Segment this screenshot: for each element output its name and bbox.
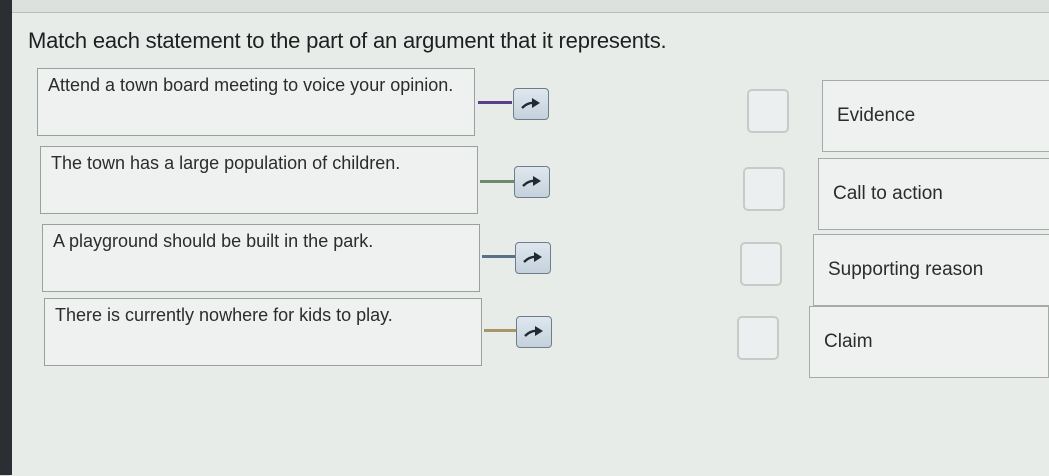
drop-target-2[interactable] — [743, 167, 785, 211]
answer-claim[interactable]: Claim — [809, 306, 1049, 378]
arrow-right-icon — [523, 252, 542, 263]
answer-claim-label: Claim — [824, 331, 873, 352]
connector-2 — [480, 180, 514, 183]
answer-supporting-reason-label: Supporting reason — [828, 259, 984, 280]
statement-1-text: Attend a town board meeting to voice you… — [48, 75, 454, 95]
statement-3[interactable]: A playground should be built in the park… — [42, 224, 480, 292]
statement-2[interactable]: The town has a large population of child… — [40, 146, 478, 214]
answer-evidence[interactable]: Evidence — [822, 80, 1049, 152]
answer-call-to-action[interactable]: Call to action — [818, 158, 1049, 230]
connector-1 — [478, 101, 512, 104]
statement-3-text: A playground should be built in the park… — [53, 231, 374, 251]
arrow-right-icon — [521, 98, 540, 109]
drop-target-3[interactable] — [740, 242, 782, 286]
drop-target-1[interactable] — [747, 89, 789, 133]
answer-supporting-reason[interactable]: Supporting reason — [813, 234, 1049, 306]
answer-evidence-label: Evidence — [837, 105, 916, 126]
arrow-button-4[interactable] — [516, 316, 552, 348]
statement-4[interactable]: There is currently nowhere for kids to p… — [44, 298, 482, 366]
connector-4 — [484, 329, 518, 332]
arrow-right-icon — [524, 326, 543, 337]
connector-3 — [482, 255, 516, 258]
statement-4-text: There is currently nowhere for kids to p… — [55, 305, 393, 325]
drop-target-4[interactable] — [737, 316, 779, 360]
arrow-right-icon — [522, 176, 541, 187]
statement-2-text: The town has a large population of child… — [51, 153, 401, 173]
answer-call-to-action-label: Call to action — [833, 183, 943, 204]
question-prompt: Match each statement to the part of an a… — [28, 28, 667, 53]
screen-edge — [0, 0, 12, 475]
arrow-button-3[interactable] — [515, 242, 551, 274]
arrow-button-2[interactable] — [514, 166, 550, 198]
statement-1[interactable]: Attend a town board meeting to voice you… — [37, 68, 475, 136]
arrow-button-1[interactable] — [513, 88, 549, 120]
